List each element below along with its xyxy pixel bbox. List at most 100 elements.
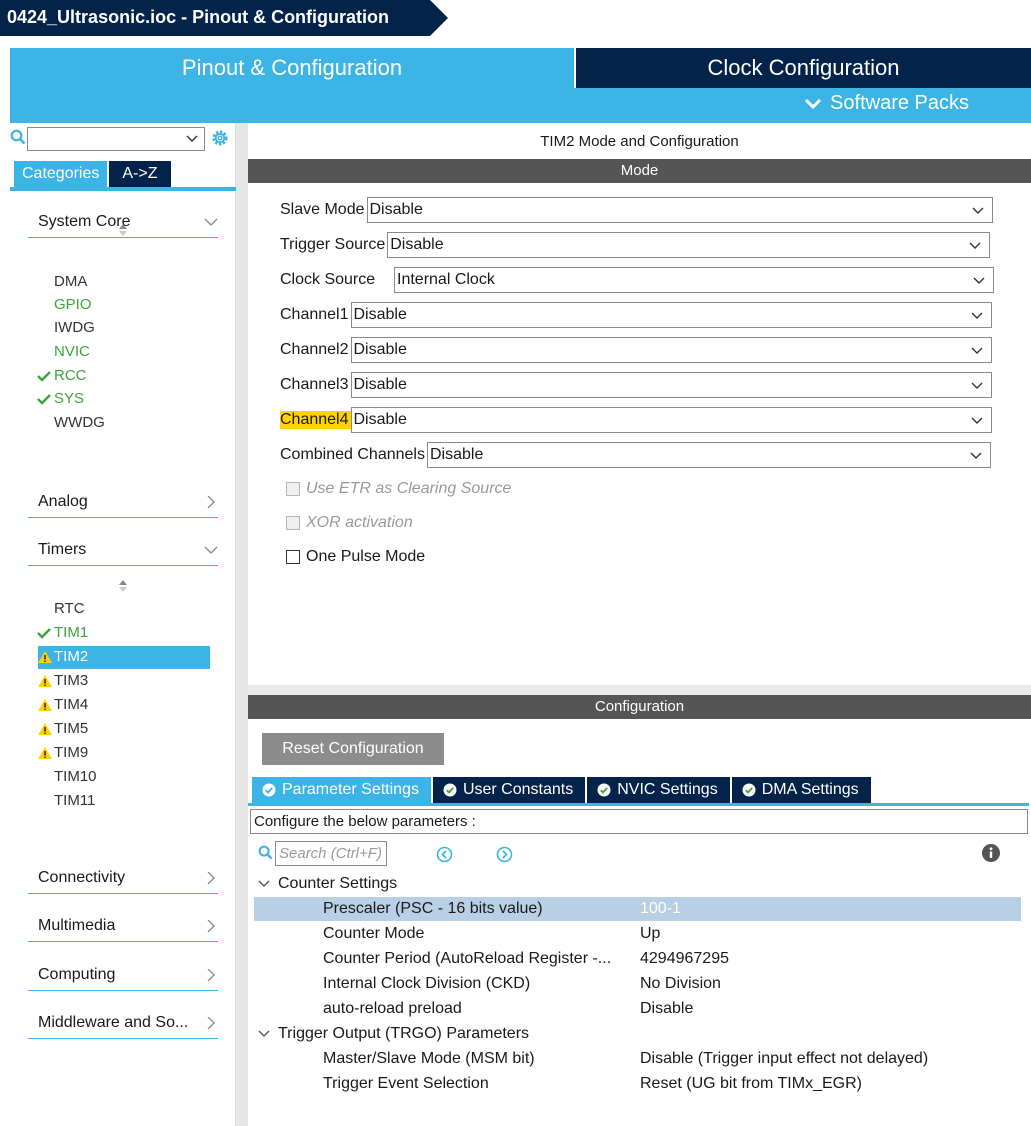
sort-icon[interactable]: [118, 579, 128, 593]
param-row-clock-division[interactable]: Internal Clock Division (CKD) No Divisio…: [254, 972, 1021, 996]
category-system-core[interactable]: System Core: [38, 209, 218, 235]
panel-splitter[interactable]: [248, 685, 1031, 695]
tab-a-z[interactable]: A->Z: [109, 161, 171, 187]
param-value[interactable]: Reset (UG bit from TIMx_EGR): [640, 1072, 862, 1096]
category-analog[interactable]: Analog: [38, 489, 218, 515]
tab-user-constants[interactable]: User Constants: [432, 777, 586, 803]
software-packs-menu[interactable]: Software Packs: [804, 92, 969, 115]
group-counter-settings[interactable]: Counter Settings: [258, 872, 397, 896]
chevron-down-icon: [258, 880, 270, 887]
peripheral-tim2[interactable]: TIM2: [38, 646, 88, 668]
gear-icon[interactable]: [210, 128, 230, 148]
channel1-row: Channel1 Disable: [280, 302, 992, 328]
peripheral-iwdg[interactable]: IWDG: [54, 317, 95, 339]
use-etr-checkbox[interactable]: Use ETR as Clearing Source: [286, 478, 511, 500]
param-name: auto-reload preload: [323, 1000, 462, 1017]
sort-icon[interactable]: [118, 223, 128, 237]
chevron-down-icon: [258, 1030, 270, 1037]
select-value: Disable: [353, 411, 407, 428]
peripheral-tim11[interactable]: TIM11: [54, 790, 95, 812]
tab-dma-settings[interactable]: DMA Settings: [731, 777, 871, 803]
next-match-icon[interactable]: [496, 846, 513, 863]
channel1-select[interactable]: Disable: [350, 302, 992, 328]
peripheral-tim5[interactable]: TIM5: [38, 718, 88, 740]
param-row-counter-period[interactable]: Counter Period (AutoReload Register -...…: [254, 947, 1021, 971]
combined-channels-select[interactable]: Disable: [426, 442, 991, 468]
category-connectivity[interactable]: Connectivity: [38, 865, 218, 891]
one-pulse-mode-checkbox[interactable]: One Pulse Mode: [286, 546, 425, 568]
tab-parameter-settings[interactable]: Parameter Settings: [252, 777, 431, 803]
title-breadcrumb[interactable]: 0424_Ultrasonic.ioc - Pinout & Configura…: [0, 0, 448, 36]
peripheral-tim1[interactable]: TIM1: [37, 622, 88, 644]
param-value[interactable]: No Division: [640, 972, 721, 996]
previous-match-icon[interactable]: [436, 846, 453, 863]
parameter-search-input[interactable]: Search (Ctrl+F): [275, 841, 387, 866]
param-row-counter-mode[interactable]: Counter Mode Up: [254, 922, 1021, 946]
slave-mode-select[interactable]: Disable: [366, 197, 993, 223]
sidebar-splitter[interactable]: [236, 123, 248, 1126]
category-multimedia[interactable]: Multimedia: [38, 913, 218, 939]
category-timers[interactable]: Timers: [38, 537, 218, 563]
peripheral-wwdg[interactable]: WWDG: [54, 412, 105, 434]
peripheral-tim9[interactable]: TIM9: [38, 742, 88, 764]
category-computing[interactable]: Computing: [38, 962, 218, 988]
sidebar-search-combo[interactable]: [27, 127, 205, 151]
peripheral-tim4[interactable]: TIM4: [38, 694, 88, 716]
category-label: Connectivity: [38, 869, 126, 886]
group-label: Counter Settings: [278, 875, 398, 892]
mode-band: Mode: [248, 159, 1031, 183]
checkbox-label: Use ETR as Clearing Source: [306, 480, 512, 497]
clock-source-select[interactable]: Internal Clock: [394, 267, 994, 293]
tab-pinout-configuration[interactable]: Pinout & Configuration: [10, 48, 574, 88]
trigger-source-label: Trigger Source: [280, 236, 386, 253]
peripheral-sys[interactable]: SYS: [37, 388, 84, 410]
peripheral-rcc[interactable]: RCC: [37, 365, 87, 387]
select-value: Disable: [353, 306, 407, 323]
checkbox-box: [286, 482, 300, 496]
channel2-select[interactable]: Disable: [350, 337, 992, 363]
slave-mode-row: Slave Mode Disable: [280, 197, 993, 223]
param-row-prescaler[interactable]: Prescaler (PSC - 16 bits value) 100-1: [254, 897, 1021, 921]
reset-configuration-button[interactable]: Reset Configuration: [262, 733, 444, 765]
param-value[interactable]: Disable: [640, 997, 693, 1021]
channel2-row: Channel2 Disable: [280, 337, 992, 363]
peripheral-tim3[interactable]: TIM3: [38, 670, 88, 692]
param-value[interactable]: 100-1: [640, 897, 681, 921]
channel4-select[interactable]: Disable: [350, 407, 992, 433]
chevron-right-icon: [207, 872, 215, 884]
checkbox-label: One Pulse Mode: [306, 548, 426, 565]
param-row-master-slave[interactable]: Master/Slave Mode (MSM bit) Disable (Tri…: [254, 1047, 1021, 1071]
param-value[interactable]: 4294967295: [640, 947, 729, 971]
category-middleware[interactable]: Middleware and So...: [38, 1010, 218, 1036]
param-name: Master/Slave Mode (MSM bit): [323, 1050, 535, 1067]
group-label: Trigger Output (TRGO) Parameters: [278, 1025, 530, 1042]
tab-categories[interactable]: Categories: [14, 161, 108, 187]
category-tab-underline: [10, 187, 236, 191]
peripheral-rtc[interactable]: RTC: [54, 598, 85, 620]
param-value[interactable]: Up: [640, 922, 660, 946]
peripheral-dma[interactable]: DMA: [54, 271, 87, 293]
param-value[interactable]: Disable (Trigger input effect not delaye…: [640, 1047, 928, 1071]
info-icon[interactable]: [981, 843, 1001, 863]
chevron-down-icon: [973, 277, 985, 284]
check-icon: [37, 628, 51, 639]
tab-nvic-settings[interactable]: NVIC Settings: [587, 777, 730, 803]
select-value: Disable: [353, 341, 407, 358]
peripheral-gpio[interactable]: GPIO: [54, 294, 92, 316]
checkbox-box: [286, 516, 300, 530]
peripheral-tim10[interactable]: TIM10: [54, 766, 97, 788]
xor-activation-checkbox[interactable]: XOR activation: [286, 512, 413, 534]
title-bar: 0424_Ultrasonic.ioc - Pinout & Configura…: [0, 0, 1031, 36]
tab-label: NVIC Settings: [617, 781, 718, 798]
param-row-trigger-event[interactable]: Trigger Event Selection Reset (UG bit fr…: [254, 1072, 1021, 1096]
group-trigger-output[interactable]: Trigger Output (TRGO) Parameters: [258, 1022, 529, 1046]
trigger-source-row: Trigger Source Disable: [280, 232, 991, 258]
trigger-source-select[interactable]: Disable: [387, 232, 991, 258]
peripheral-nvic[interactable]: NVIC: [54, 341, 90, 363]
window-title: 0424_Ultrasonic.ioc - Pinout & Configura…: [7, 7, 390, 27]
channel3-select[interactable]: Disable: [350, 372, 992, 398]
tab-clock-configuration[interactable]: Clock Configuration: [574, 48, 1031, 88]
check-circle-icon: [597, 783, 611, 797]
param-row-auto-reload[interactable]: auto-reload preload Disable: [254, 997, 1021, 1021]
check-circle-icon: [742, 783, 756, 797]
